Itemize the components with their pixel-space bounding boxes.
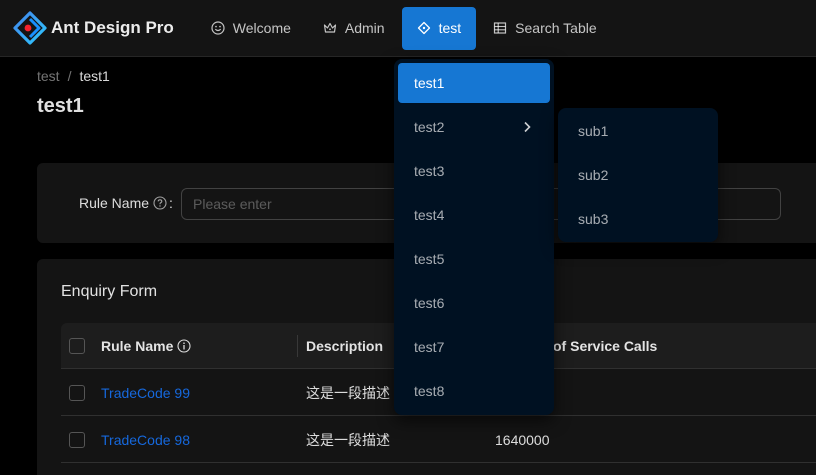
column-header-rule-name[interactable]: Rule Name xyxy=(101,323,191,369)
column-separator xyxy=(297,335,298,357)
logo-title: Ant Design Pro xyxy=(51,18,174,37)
dropdown-item-label: test7 xyxy=(414,339,445,355)
menu-item-test[interactable]: test xyxy=(401,6,477,50)
chevron-right-icon xyxy=(522,121,532,133)
question-circle-icon[interactable] xyxy=(153,196,167,210)
crown-icon xyxy=(323,21,337,35)
menu-item-label: Search Table xyxy=(515,20,597,36)
dropdown-item-label: test8 xyxy=(414,383,445,399)
dropdown-item-test6[interactable]: test6 xyxy=(398,283,550,323)
test2-submenu: sub1 sub2 sub3 xyxy=(558,108,718,242)
dropdown-item-label: test2 xyxy=(414,119,445,135)
dropdown-item-test5[interactable]: test5 xyxy=(398,239,550,279)
menu-item-search-table[interactable]: Search Table xyxy=(478,7,611,50)
row-checkbox[interactable] xyxy=(69,431,85,448)
column-header-service-calls[interactable]: of Service Calls xyxy=(553,323,657,369)
rule-name-link[interactable]: TradeCode 99 xyxy=(101,369,190,416)
dropdown-item-label: test4 xyxy=(414,207,445,223)
table-icon xyxy=(493,21,507,35)
rule-name-label: Rule Name : xyxy=(79,195,173,211)
breadcrumb-current: test1 xyxy=(79,68,110,84)
diamond-icon xyxy=(417,21,431,35)
row-checkbox[interactable] xyxy=(69,384,85,401)
rule-name-link[interactable]: TradeCode 98 xyxy=(101,416,190,463)
description-cell: 这是一段描述 xyxy=(306,384,390,401)
description-cell: 这是一段描述 xyxy=(306,431,390,448)
table-title: Enquiry Form xyxy=(61,283,158,300)
table-row: TradeCode 98 这是一段描述 1640000 xyxy=(61,416,816,463)
submenu-item-sub3[interactable]: sub3 xyxy=(562,199,714,239)
submenu-item-label: sub3 xyxy=(578,211,609,227)
ant-design-logo-icon xyxy=(13,11,47,45)
column-header-description[interactable]: Description xyxy=(306,323,383,369)
select-all-cell xyxy=(69,323,85,369)
test-dropdown-menu: test1 test2 test3 test4 test5 test6 test… xyxy=(394,59,554,415)
submenu-item-label: sub2 xyxy=(578,167,609,183)
breadcrumb-separator: / xyxy=(67,68,72,84)
dropdown-item-test1[interactable]: test1 xyxy=(398,63,550,103)
dropdown-item-test3[interactable]: test3 xyxy=(398,151,550,191)
column-header-label: Rule Name xyxy=(101,338,174,354)
dropdown-item-label: test3 xyxy=(414,163,445,179)
logo[interactable]: Ant Design Pro xyxy=(0,0,196,56)
menu-item-label: test xyxy=(438,20,462,36)
smile-icon xyxy=(211,21,225,35)
breadcrumb: test / test1 xyxy=(37,68,110,84)
rule-name-label-text: Rule Name xyxy=(79,195,150,211)
select-all-checkbox[interactable] xyxy=(69,338,85,354)
service-calls-cell: 1640000 xyxy=(495,431,550,448)
page-title: test1 xyxy=(37,95,84,117)
row-select-cell xyxy=(69,369,85,416)
column-header-label: of Service Calls xyxy=(553,338,658,354)
info-circle-icon[interactable] xyxy=(177,339,191,353)
column-header-label: Description xyxy=(306,338,384,354)
menu-item-admin[interactable]: Admin xyxy=(308,7,400,50)
dropdown-item-test4[interactable]: test4 xyxy=(398,195,550,235)
dropdown-item-test2[interactable]: test2 xyxy=(398,107,550,147)
top-header: Ant Design Pro Welcome Admin test Search… xyxy=(0,0,816,57)
dropdown-item-test8[interactable]: test8 xyxy=(398,371,550,411)
dropdown-item-test7[interactable]: test7 xyxy=(398,327,550,367)
submenu-item-sub2[interactable]: sub2 xyxy=(562,155,714,195)
top-menu: Welcome Admin test Search Table xyxy=(196,0,614,56)
submenu-item-sub1[interactable]: sub1 xyxy=(562,111,714,151)
menu-item-welcome[interactable]: Welcome xyxy=(196,7,306,50)
dropdown-item-label: test1 xyxy=(414,75,445,91)
dropdown-item-label: test5 xyxy=(414,251,445,267)
row-select-cell xyxy=(69,416,85,463)
label-colon: : xyxy=(169,195,173,211)
menu-item-label: Admin xyxy=(344,20,385,36)
dropdown-item-label: test6 xyxy=(414,295,445,311)
submenu-item-label: sub1 xyxy=(578,123,609,139)
menu-item-label: Welcome xyxy=(232,20,291,36)
breadcrumb-parent[interactable]: test xyxy=(37,68,60,84)
